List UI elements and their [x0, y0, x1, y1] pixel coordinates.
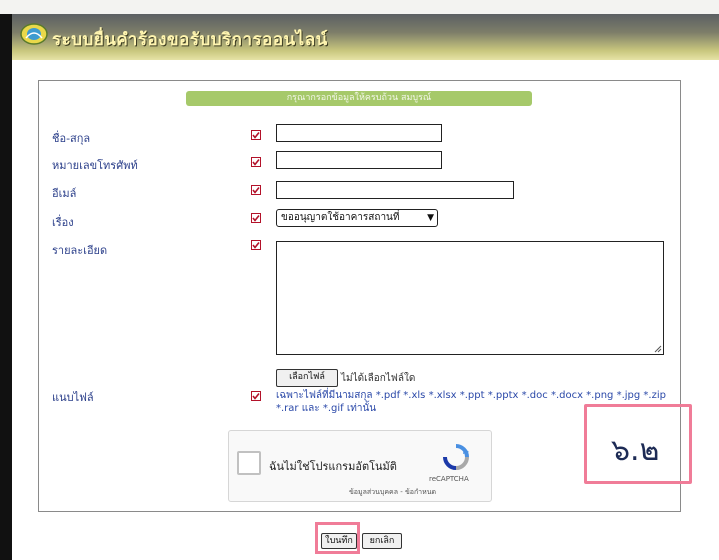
- email-input[interactable]: [276, 181, 514, 199]
- chevron-down-icon: ▼: [427, 213, 434, 223]
- submit-button[interactable]: ใบนทึก: [321, 533, 357, 549]
- subject-label: เรื่อง: [52, 216, 74, 229]
- page-title: ระบบยื่นคำร้องขอรับบริการออนไลน์: [52, 30, 328, 50]
- recaptcha-icon: [443, 444, 469, 470]
- choose-file-button[interactable]: เลือกไฟล์: [276, 369, 338, 387]
- detail-textarea[interactable]: [276, 241, 664, 355]
- phone-input[interactable]: [276, 151, 442, 169]
- detail-label: รายละเอียด: [52, 244, 108, 257]
- captcha-label: ฉันไม่ใช่โปรแกรมอัตโนมัติ: [269, 460, 397, 473]
- annotation-box: ๖.๒: [584, 404, 692, 484]
- required-icon: [251, 240, 261, 250]
- resize-grip-icon[interactable]: [654, 345, 662, 353]
- required-icon: [251, 157, 261, 167]
- phone-label: หมายเลขโทรศัพท์: [52, 159, 138, 172]
- captcha-checkbox[interactable]: [237, 451, 261, 475]
- file-status: ไม่ได้เลือกไฟล์ใด: [341, 373, 416, 384]
- required-icon: [251, 391, 261, 401]
- subject-select[interactable]: ขออนุญาตใช้อาคารสถานที่ ▼: [276, 209, 438, 227]
- captcha-links[interactable]: ข้อมูลส่วนบุคคล - ข้อกำหนด: [349, 487, 436, 498]
- attachment-label: แนบไฟล์: [52, 391, 94, 404]
- cancel-button[interactable]: ยกเลิก: [362, 533, 402, 549]
- required-icon: [251, 213, 261, 223]
- email-label: อีเมล์: [52, 187, 77, 200]
- subject-selected-value: ขออนุญาตใช้อาคารสถานที่: [281, 212, 400, 223]
- captcha-brand: reCAPTCHA: [429, 475, 469, 483]
- logo-icon: [20, 23, 48, 45]
- annotation-number: ๖.๒: [611, 433, 660, 468]
- required-icon: [251, 130, 261, 140]
- window-top-edge: [0, 0, 719, 14]
- required-icon: [251, 185, 261, 195]
- recaptcha-widget: ฉันไม่ใช่โปรแกรมอัตโนมัติ reCAPTCHA ข้อม…: [228, 430, 492, 502]
- window-left-border: [0, 14, 12, 560]
- name-input[interactable]: [276, 124, 442, 142]
- site-header-banner: ระบบยื่นคำร้องขอรับบริการออนไลน์: [12, 14, 719, 60]
- form-notice: กรุณากรอกข้อมูลให้ครบถ้วน สมบูรณ์: [186, 91, 532, 106]
- name-label: ชื่อ-สกุล: [52, 132, 91, 145]
